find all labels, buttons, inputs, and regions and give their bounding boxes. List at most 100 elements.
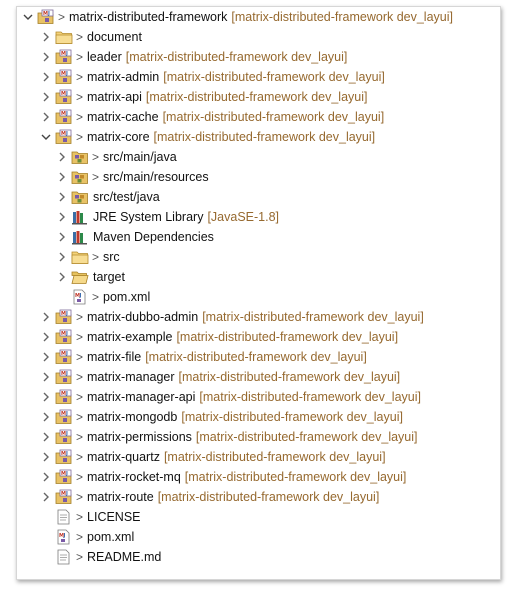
chevron-right-icon[interactable] — [39, 367, 53, 387]
tree-item-src-main-java[interactable]: > src/main/java — [17, 147, 500, 167]
chevron-right-icon[interactable] — [39, 87, 53, 107]
changed-marker: > — [76, 410, 84, 424]
changed-marker: > — [76, 110, 84, 124]
tree-item-leader[interactable]: MJ > leader [matrix-distributed-framewor… — [17, 47, 500, 67]
chevron-right-icon[interactable] — [55, 207, 69, 227]
chevron-right-icon[interactable] — [39, 347, 53, 367]
chevron-right-icon[interactable] — [39, 447, 53, 467]
xml-file-icon: MJ — [55, 527, 73, 547]
tree-item-label: matrix-cache — [87, 110, 159, 124]
changed-marker: > — [76, 490, 84, 504]
chevron-right-icon[interactable] — [39, 107, 53, 127]
tree-item-label: leader — [87, 50, 122, 64]
chevron-down-icon[interactable] — [21, 7, 35, 27]
svg-text:J: J — [65, 451, 68, 457]
tree-item-pom[interactable]: MJ > pom.xml — [17, 527, 500, 547]
tree-item-matrix-route[interactable]: MJ > matrix-route [matrix-distributed-fr… — [17, 487, 500, 507]
tree-item-matrix-example[interactable]: MJ > matrix-example [matrix-distributed-… — [17, 327, 500, 347]
chevron-down-icon[interactable] — [39, 127, 53, 147]
svg-text:J: J — [65, 491, 68, 497]
folder-icon — [55, 27, 73, 47]
tree-item-label: README.md — [87, 550, 162, 564]
chevron-right-icon[interactable] — [55, 247, 69, 267]
branch-decoration: [matrix-distributed-framework dev_layui] — [145, 90, 368, 104]
branch-decoration: [matrix-distributed-framework dev_layui] — [153, 130, 376, 144]
tree-item-matrix-file[interactable]: MJ > matrix-file [matrix-distributed-fra… — [17, 347, 500, 367]
chevron-right-icon[interactable] — [55, 167, 69, 187]
tree-item-src-test-java[interactable]: src/test/java — [17, 187, 500, 207]
chevron-right-icon[interactable] — [39, 407, 53, 427]
library-icon — [71, 227, 89, 247]
maven-project-icon: MJ — [55, 127, 73, 147]
tree-item-label: pom.xml — [103, 290, 151, 304]
maven-project-icon: MJ — [37, 7, 55, 27]
branch-decoration: [matrix-distributed-framework dev_layui] — [202, 310, 424, 324]
chevron-right-icon[interactable] — [55, 227, 69, 247]
tree-item-jre[interactable]: JRE System Library [JavaSE-1.8] — [17, 207, 500, 227]
tree-item-root[interactable]: MJ > matrix-distributed-framework [matri… — [17, 7, 500, 27]
chevron-right-icon[interactable] — [55, 147, 69, 167]
branch-decoration: [matrix-distributed-framework dev_layui] — [231, 10, 453, 24]
changed-marker: > — [76, 370, 84, 384]
chevron-right-icon[interactable] — [39, 307, 53, 327]
tree-item-label: target — [93, 270, 125, 284]
svg-text:J: J — [65, 371, 68, 377]
svg-text:J: J — [65, 411, 68, 417]
svg-text:J: J — [65, 111, 68, 117]
branch-decoration: [matrix-distributed-framework dev_layui] — [162, 110, 385, 124]
branch-decoration: [matrix-distributed-framework dev_layui] — [163, 450, 386, 464]
tree-item-matrix-cache[interactable]: MJ > matrix-cache [matrix-distributed-fr… — [17, 107, 500, 127]
tree-item-target[interactable]: target — [17, 267, 500, 287]
svg-text:J: J — [63, 533, 66, 539]
maven-project-icon: MJ — [55, 67, 73, 87]
tree-item-core-pom[interactable]: MJ > pom.xml — [17, 287, 500, 307]
tree-item-label: matrix-distributed-framework — [69, 10, 228, 24]
tree-item-label: JRE System Library — [93, 210, 204, 224]
chevron-right-icon[interactable] — [55, 267, 69, 287]
tree-item-src-main-resources[interactable]: > src/main/resources — [17, 167, 500, 187]
chevron-right-icon[interactable] — [39, 27, 53, 47]
tree-item-matrix-quartz[interactable]: MJ > matrix-quartz [matrix-distributed-f… — [17, 447, 500, 467]
changed-marker: > — [92, 170, 100, 184]
tree-item-matrix-mongodb[interactable]: MJ > matrix-mongodb [matrix-distributed-… — [17, 407, 500, 427]
tree-item-matrix-core[interactable]: MJ > matrix-core [matrix-distributed-fra… — [17, 127, 500, 147]
chevron-right-icon[interactable] — [39, 67, 53, 87]
project-tree: MJ > matrix-distributed-framework [matri… — [17, 7, 500, 567]
chevron-right-icon[interactable] — [39, 427, 53, 447]
tree-item-label: matrix-api — [87, 90, 142, 104]
source-folder-icon — [71, 147, 89, 167]
svg-text:J: J — [65, 431, 68, 437]
tree-item-maven-deps[interactable]: Maven Dependencies — [17, 227, 500, 247]
tree-item-label: matrix-file — [87, 350, 142, 364]
chevron-right-icon[interactable] — [55, 187, 69, 207]
chevron-right-icon[interactable] — [39, 47, 53, 67]
changed-marker: > — [92, 290, 100, 304]
project-explorer: MJ > matrix-distributed-framework [matri… — [16, 6, 501, 580]
changed-marker: > — [76, 330, 84, 344]
tree-item-matrix-manager[interactable]: MJ > matrix-manager [matrix-distributed-… — [17, 367, 500, 387]
tree-item-document[interactable]: > document — [17, 27, 500, 47]
chevron-right-icon[interactable] — [39, 327, 53, 347]
tree-item-matrix-admin[interactable]: MJ > matrix-admin [matrix-distributed-fr… — [17, 67, 500, 87]
maven-project-icon: MJ — [55, 107, 73, 127]
branch-decoration: [matrix-distributed-framework dev_layui] — [178, 370, 401, 384]
tree-item-matrix-permissions[interactable]: MJ > matrix-permissions [matrix-distribu… — [17, 427, 500, 447]
chevron-right-icon[interactable] — [39, 387, 53, 407]
tree-item-matrix-rocket-mq[interactable]: MJ > matrix-rocket-mq [matrix-distribute… — [17, 467, 500, 487]
maven-project-icon: MJ — [55, 347, 73, 367]
source-folder-icon — [71, 167, 89, 187]
tree-item-src[interactable]: > src — [17, 247, 500, 267]
tree-item-label: matrix-admin — [87, 70, 160, 84]
tree-item-label: LICENSE — [87, 510, 141, 524]
tree-item-readme[interactable]: > README.md — [17, 547, 500, 567]
tree-item-matrix-api[interactable]: MJ > matrix-api [matrix-distributed-fram… — [17, 87, 500, 107]
tree-item-matrix-manager-api[interactable]: MJ > matrix-manager-api [matrix-distribu… — [17, 387, 500, 407]
tree-item-matrix-dubbo-admin[interactable]: MJ > matrix-dubbo-admin [matrix-distribu… — [17, 307, 500, 327]
chevron-right-icon[interactable] — [39, 487, 53, 507]
svg-text:J: J — [65, 351, 68, 357]
branch-decoration: [matrix-distributed-framework dev_layui] — [195, 430, 418, 444]
tree-item-license[interactable]: > LICENSE — [17, 507, 500, 527]
maven-project-icon: MJ — [55, 327, 73, 347]
chevron-right-icon[interactable] — [39, 467, 53, 487]
text-file-icon — [55, 547, 73, 567]
